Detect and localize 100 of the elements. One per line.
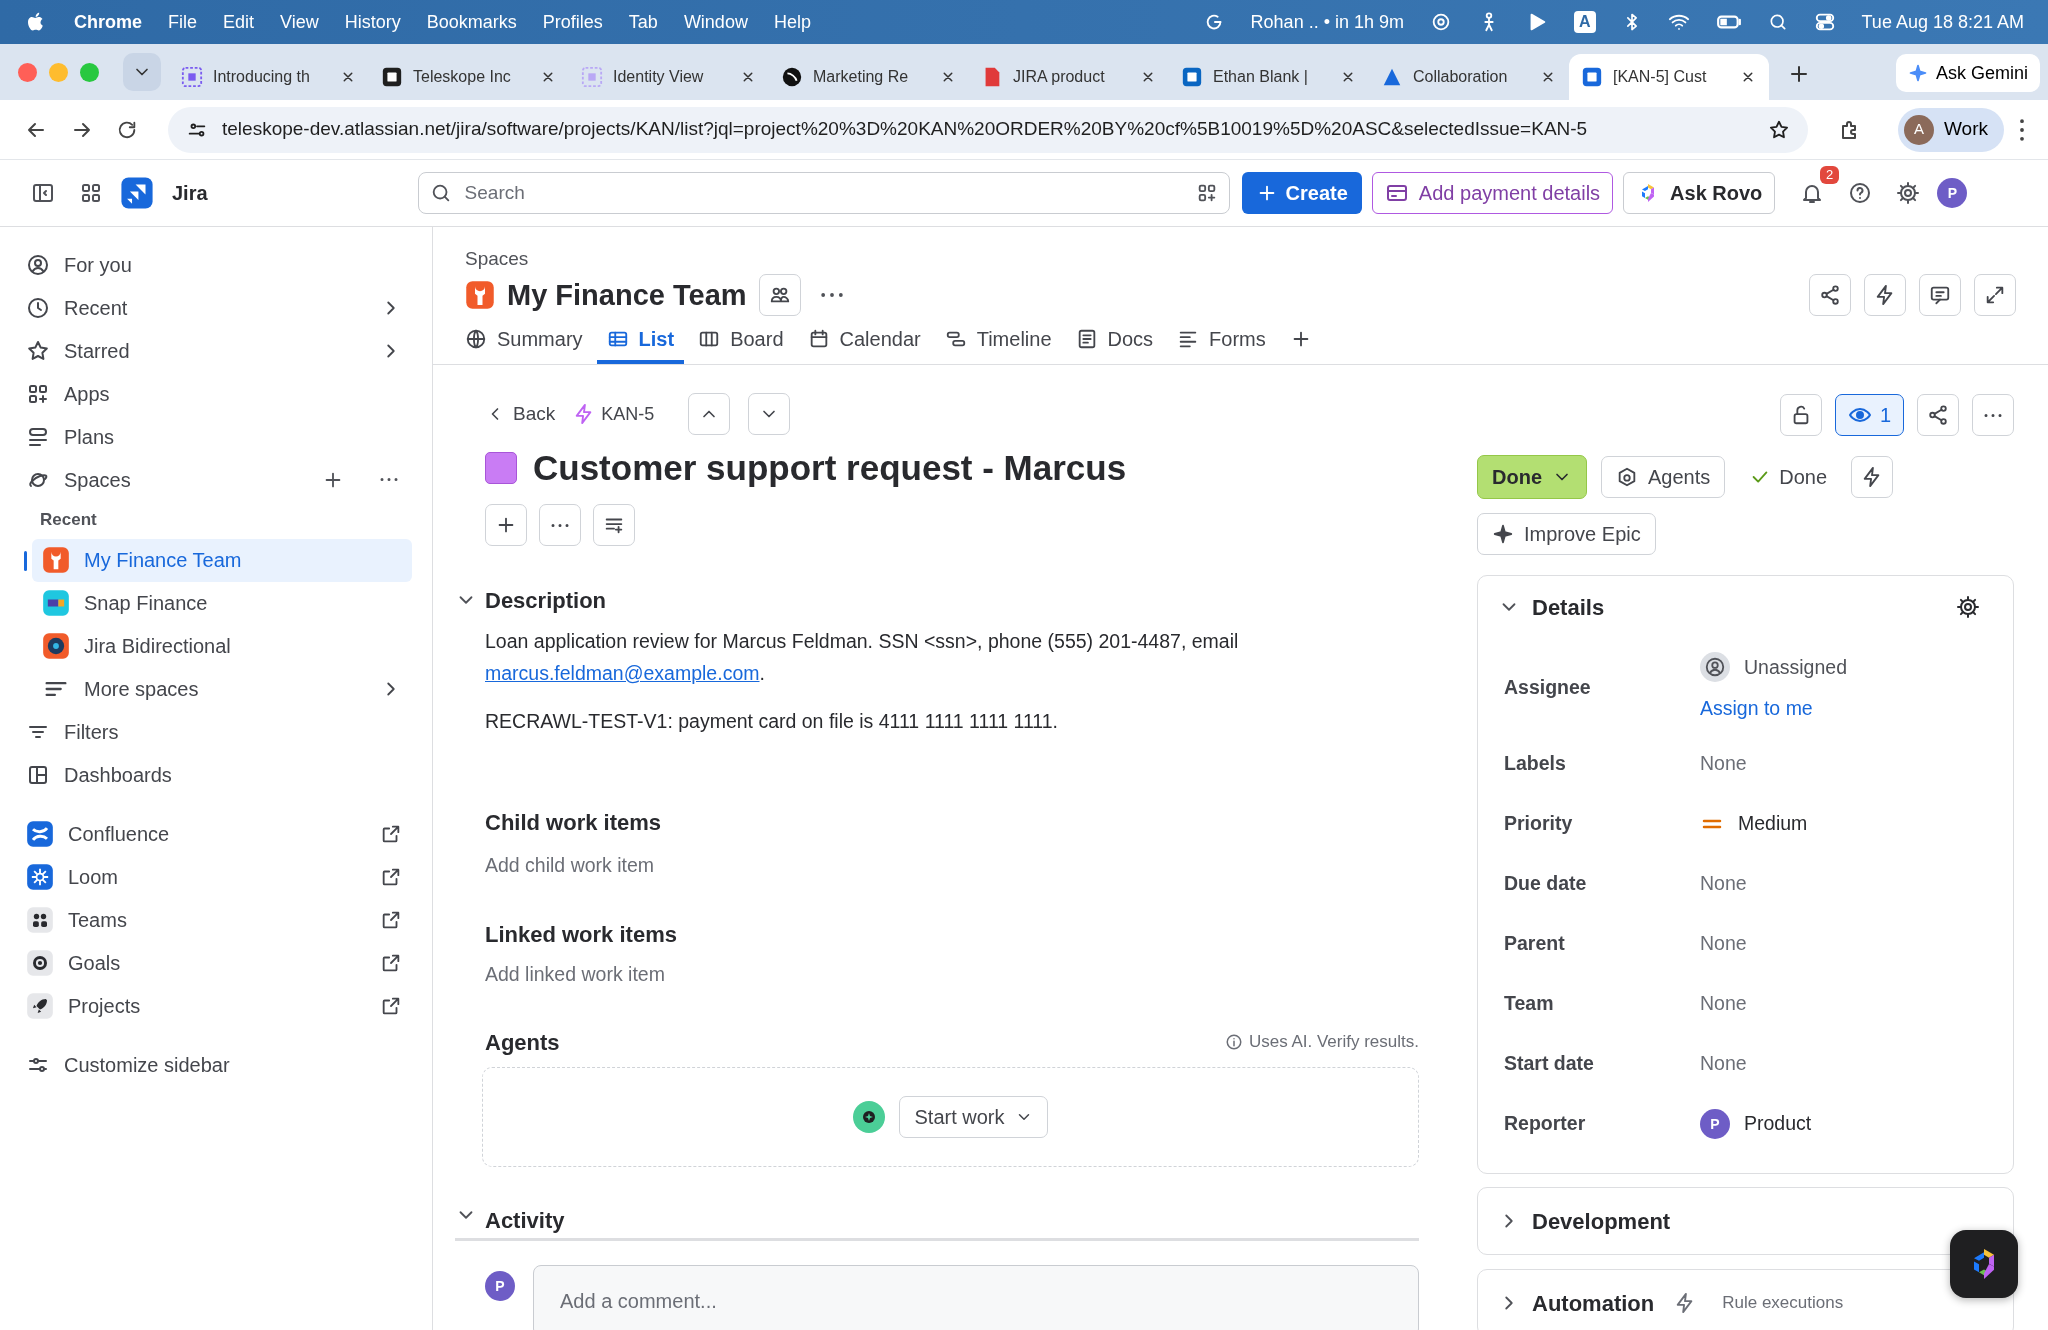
field-value: None <box>1700 1051 1747 1077</box>
sidebar-item[interactable]: Dashboards <box>16 753 412 797</box>
sidebar-item[interactable]: Confluence <box>16 812 412 856</box>
profile-button[interactable]: A Work <box>1898 107 2004 152</box>
status-dropdown[interactable]: Done <box>1477 455 1587 499</box>
view-tab[interactable]: Board <box>688 317 794 364</box>
control-center-icon <box>1813 11 1836 33</box>
menu-item[interactable]: Bookmarks <box>426 8 517 36</box>
menu-item[interactable]: File <box>168 8 198 36</box>
star-icon <box>26 338 50 363</box>
back-link[interactable]: Back <box>485 399 556 429</box>
external-link-icon <box>380 823 402 845</box>
view-tab[interactable]: Calendar <box>797 317 931 364</box>
ask-rovo-button[interactable]: Ask Rovo <box>1623 172 1776 214</box>
browser-tab[interactable]: Introducing th <box>169 54 369 100</box>
person-icon <box>26 252 50 277</box>
browser-tab[interactable]: Identity View <box>569 54 769 100</box>
share-button[interactable] <box>1809 274 1851 316</box>
breadcrumb-link[interactable]: Spaces <box>465 247 2016 271</box>
add-child-link[interactable]: Add child work item <box>485 849 655 881</box>
menu-item[interactable]: Tab <box>628 8 658 36</box>
comment-field[interactable]: Add a comment... <box>533 1265 1419 1330</box>
issue-key-link[interactable]: KAN-5 <box>573 400 655 428</box>
team-button[interactable] <box>758 274 801 316</box>
sidebar-item[interactable]: Loom <box>16 855 412 899</box>
search-field[interactable]: Search <box>417 172 1230 214</box>
sidebar-item[interactable]: Starred <box>16 329 412 372</box>
sidebar-item[interactable]: Goals <box>16 941 412 985</box>
browser-tab[interactable]: Collaboration <box>1369 54 1569 100</box>
add-button[interactable] <box>485 504 527 546</box>
browser-tab[interactable]: Teleskope Inc <box>369 54 569 100</box>
browser-tab[interactable]: Marketing Re <box>769 54 969 100</box>
field-label: Team <box>1504 991 1555 1017</box>
panel-note: Rule executions <box>1722 1292 1844 1315</box>
browser-tab[interactable]: JIRA product <box>969 54 1169 100</box>
improve-button[interactable]: Improve Epic <box>1477 513 1656 555</box>
sidebar-item[interactable]: For you <box>16 243 412 286</box>
user-avatar[interactable]: P <box>1937 178 1968 208</box>
sidebar-item[interactable]: Filters <box>16 710 412 754</box>
ai-disclaimer: Uses AI. Verify results. <box>1248 1031 1419 1054</box>
sidebar-item[interactable]: Recent <box>16 286 412 329</box>
sidebar-item[interactable]: Teams <box>16 898 412 942</box>
create-button[interactable]: Create <box>1241 172 1362 214</box>
more-icon <box>1982 413 2004 417</box>
watch-button[interactable]: 1 <box>1834 394 1904 436</box>
more-icon <box>549 523 571 527</box>
add-linked-link[interactable]: Add linked work item <box>485 958 665 990</box>
description-text: RECRAWL-TEST-V1: payment card on file is 4111 1111 1111 1111. <box>485 709 1059 734</box>
menu-item[interactable]: Edit <box>223 8 255 36</box>
field-label: Assignee <box>1504 675 1592 701</box>
menu-item[interactable]: View <box>280 8 319 36</box>
assign-link[interactable]: Assign to me <box>1700 694 1813 724</box>
epic-icon <box>485 452 517 484</box>
share-button[interactable] <box>1917 394 1959 436</box>
email-link[interactable]: marcus.feldman@example.com <box>485 662 760 684</box>
view-tab[interactable]: List <box>596 317 685 364</box>
space-avatar-icon <box>42 589 70 617</box>
field-label: Reporter <box>1504 1111 1587 1137</box>
restrict-button[interactable] <box>1779 394 1822 436</box>
sidebar-item[interactable]: Apps <box>16 372 412 415</box>
app-menu[interactable]: Chrome <box>74 8 142 36</box>
field-value: None <box>1700 931 1747 957</box>
field-label: Priority <box>1504 811 1574 837</box>
meeting-reminder[interactable]: Rohan .. • in 1h 9m <box>1250 8 1404 36</box>
clock-icon <box>26 295 50 320</box>
sidebar-item[interactable]: Spaces <box>16 458 412 501</box>
browser-tab[interactable]: [KAN-5] Cust <box>1569 54 1769 100</box>
sidebar-item[interactable]: Plans <box>16 415 412 458</box>
sidebar-item[interactable]: Snap Finance <box>32 581 412 625</box>
app-icon <box>26 992 54 1020</box>
rovo-chat-button[interactable] <box>1950 1230 2018 1298</box>
automation-button[interactable] <box>1851 456 1894 498</box>
automation-button[interactable] <box>1864 274 1906 316</box>
browser-tab[interactable]: Ethan Blank | <box>1169 54 1369 100</box>
menu-item[interactable]: Window <box>683 8 748 36</box>
view-tab[interactable]: Timeline <box>934 317 1062 364</box>
add-payment-details-button[interactable]: Add payment details <box>1371 172 1614 214</box>
favicon-icon <box>181 66 203 88</box>
view-tab[interactable]: Docs <box>1065 317 1164 364</box>
input-source-indicator[interactable]: A <box>1574 11 1596 33</box>
favicon-icon <box>1181 66 1203 88</box>
app-icon <box>26 949 54 977</box>
view-tab[interactable]: Forms <box>1167 317 1276 364</box>
menu-item[interactable]: History <box>344 8 401 36</box>
more-icon <box>819 293 844 297</box>
menu-item[interactable]: Help <box>773 8 811 36</box>
feedback-button[interactable] <box>1919 274 1961 316</box>
sidebar-item[interactable]: Jira Bidirectional <box>32 624 412 668</box>
sidebar-item[interactable]: More spaces <box>32 667 412 711</box>
view-tab[interactable]: Summary <box>455 317 593 364</box>
add-to-list-button[interactable] <box>593 504 635 546</box>
ask-gemini-button[interactable]: Ask Gemini <box>1895 54 2040 92</box>
fullscreen-button[interactable] <box>1974 274 2016 316</box>
product-name: Jira <box>172 181 208 206</box>
sidebar-item[interactable]: Customize sidebar <box>16 1043 412 1087</box>
start-work-button[interactable]: Start work <box>899 1096 1048 1138</box>
menu-item[interactable]: Profiles <box>542 8 603 36</box>
agents-button[interactable]: Agents <box>1601 456 1726 498</box>
address-field[interactable]: teleskope-dev.atlassian.net/jira/software/projects/KAN/list?jql=project%20%3D%20KAN%20ORDER%20BY%20cf%5B10019%5D%20ASC&selectedIssue=KAN-5 <box>168 106 1808 153</box>
sidebar-item[interactable]: Projects <box>16 984 412 1028</box>
